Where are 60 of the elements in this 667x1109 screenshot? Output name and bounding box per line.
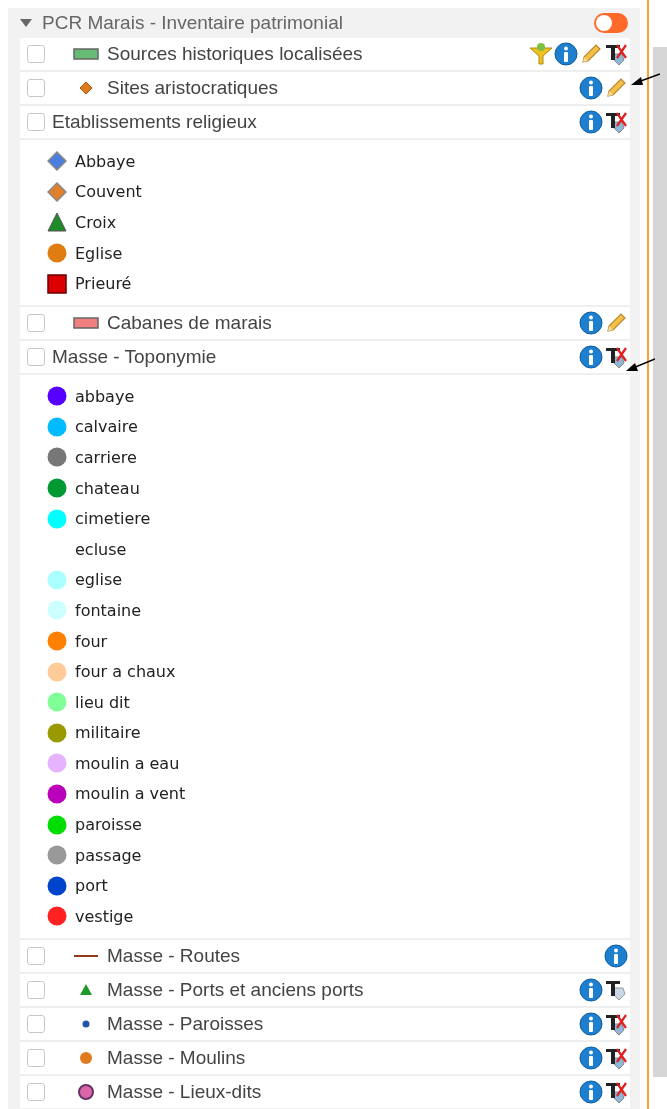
toggle-switch[interactable] bbox=[594, 13, 628, 33]
layer-name[interactable]: Masse - Paroisses bbox=[107, 1012, 264, 1035]
legend-label: port bbox=[75, 876, 108, 896]
layer-checkbox[interactable] bbox=[27, 946, 45, 965]
legend-label: moulin a eau bbox=[75, 753, 180, 773]
legend-label: paroisse bbox=[75, 815, 142, 835]
layer-checkbox[interactable] bbox=[27, 1082, 45, 1101]
group-title: PCR Marais - Inventaire patrimonial bbox=[42, 12, 344, 34]
layer-checkbox[interactable] bbox=[27, 113, 45, 131]
layer-name[interactable]: Masse - Ports et anciens ports bbox=[107, 978, 364, 1001]
layer-name[interactable]: Masse - Lieux-dits bbox=[107, 1080, 262, 1103]
legend-label: passage bbox=[75, 845, 142, 865]
layer-checkbox[interactable] bbox=[27, 1014, 45, 1033]
legend-label: militaire bbox=[75, 723, 141, 743]
legend-label: Abbaye bbox=[75, 151, 136, 171]
info-icon[interactable] bbox=[579, 977, 603, 1002]
legend-label: Couvent bbox=[75, 182, 142, 202]
layer-name[interactable]: Etablissements religieux bbox=[52, 111, 257, 133]
layer-checkbox[interactable] bbox=[27, 980, 45, 999]
legend-label: vestige bbox=[75, 906, 134, 926]
legend-label: abbaye bbox=[75, 386, 135, 406]
legend-label: lieu dit bbox=[75, 692, 130, 712]
info-icon[interactable] bbox=[579, 110, 603, 134]
layer-name[interactable]: Cabanes de marais bbox=[107, 311, 272, 334]
legend-label: ecluse bbox=[75, 539, 127, 559]
label-off-icon[interactable] bbox=[604, 110, 628, 134]
legend-label: four a chaux bbox=[75, 662, 176, 682]
info-icon[interactable] bbox=[579, 76, 603, 100]
info-icon[interactable] bbox=[579, 1079, 603, 1104]
layer-name[interactable]: Sites aristocratiques bbox=[107, 77, 279, 99]
legend-label: fontaine bbox=[75, 600, 142, 620]
scrollbar[interactable] bbox=[653, 47, 667, 1077]
layer-name[interactable]: Sources historiques localisées bbox=[107, 43, 363, 65]
layer-name[interactable]: Masse - Moulins bbox=[107, 1046, 246, 1069]
legend-label: Croix bbox=[75, 213, 117, 232]
legend-label: moulin a vent bbox=[75, 784, 186, 804]
info-icon[interactable] bbox=[579, 310, 603, 335]
legend-label: Eglise bbox=[75, 243, 123, 263]
label-off-icon[interactable] bbox=[604, 42, 628, 66]
layer-checkbox[interactable] bbox=[27, 1048, 45, 1067]
layer-checkbox[interactable] bbox=[27, 45, 45, 63]
info-icon[interactable] bbox=[554, 42, 578, 66]
info-icon[interactable] bbox=[579, 1045, 603, 1070]
layer-checkbox[interactable] bbox=[27, 347, 45, 366]
legend-label: calvaire bbox=[75, 417, 138, 437]
info-icon[interactable] bbox=[604, 943, 628, 968]
pencil-icon[interactable] bbox=[604, 76, 628, 100]
legend-label: Prieuré bbox=[75, 274, 132, 294]
legend-label: cimetiere bbox=[75, 509, 151, 529]
info-icon[interactable] bbox=[579, 1011, 603, 1036]
info-icon[interactable] bbox=[579, 344, 603, 369]
collapse-caret-icon[interactable] bbox=[20, 18, 32, 28]
legend-label: chateau bbox=[75, 478, 140, 498]
legend-label: four bbox=[75, 631, 108, 651]
legend-label: eglise bbox=[75, 570, 123, 590]
layer-name[interactable]: Masse - Routes bbox=[107, 944, 241, 967]
layer-name[interactable]: Masse - Toponymie bbox=[52, 345, 217, 368]
layer-checkbox[interactable] bbox=[27, 313, 45, 332]
legend-label: carriere bbox=[75, 447, 137, 467]
layer-checkbox[interactable] bbox=[27, 79, 45, 97]
